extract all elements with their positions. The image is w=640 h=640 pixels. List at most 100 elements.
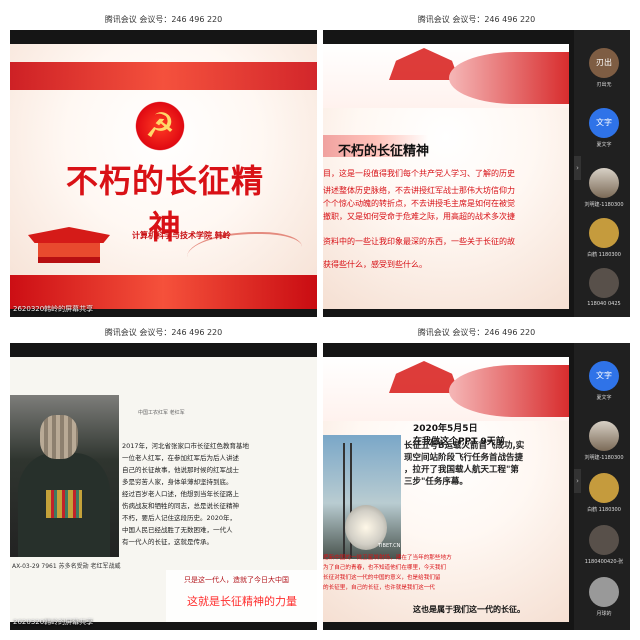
ppt-slide-history: 不朽的长征精神 目，这是一段值得我们每个共产党人学习、了解的历史 讲述整体历史脉…: [323, 44, 569, 309]
party-emblem-icon: ☭: [132, 98, 188, 154]
participant-avatar: [589, 421, 619, 451]
meeting-window-history-slide: 腾讯会议 会议号：246 496 220 不朽的长征精神 目，这是一段值得我们每…: [323, 10, 630, 317]
document-line-4: 多是穷苦人家，身体单薄却坚持到底。: [122, 478, 233, 486]
document-line-7: 不朽，要后人记住这段历史。2020年，: [122, 514, 237, 522]
collapse-sidebar-icon[interactable]: ›: [574, 156, 581, 180]
screen-share-caption: 2620320韩岭的屏幕共享: [13, 618, 94, 626]
participant-sidebar[interactable]: › 刃出刃出无 文字夏文字 刘明建-1180300 白鹤 1180300 118…: [574, 30, 630, 317]
participant-name: 刘明建-1180300: [584, 202, 624, 208]
participant-tile[interactable]: 刘明建-1180300: [584, 168, 624, 208]
participant-name: 刃出无: [596, 82, 612, 88]
shared-screen-stage: TIBET.CN 2020年5月5日 在我做这个PPT 9天前 长征五号B运载火箭…: [323, 343, 630, 630]
document-line-5: 经过百岁老人口述，他想到当年长征路上: [122, 490, 239, 498]
participant-tile[interactable]: 刘明建-1180300: [584, 421, 624, 461]
participant-avatar: [589, 268, 619, 298]
shared-screen-stage: AX-03-29 7961 苏多名受勋 老红军战威 中国工农红军 老红军 201…: [10, 343, 317, 630]
meeting-screenshot-collage: 腾讯会议 会议号：246 496 220 ☭ 不朽的长征精神 计算机科学与技术学…: [0, 0, 640, 640]
document-line-6: 伤病战友和牺牲的同志，总是说长征精神: [122, 502, 239, 510]
participant-avatar: 文字: [589, 108, 619, 138]
participant-tile[interactable]: 文字 夏文字: [584, 108, 624, 148]
participant-tile[interactable]: 文字 夏文字: [584, 361, 624, 401]
slide-header-decoration: [323, 357, 569, 421]
document-line-8: 中国人民已经战胜了无数困难，一代人: [122, 526, 233, 534]
presenter-name: 韩岭: [214, 231, 231, 240]
participant-name: 白鹤 1180300: [587, 507, 621, 513]
school-name: 计算机科学与技术学院 韩岭: [132, 230, 231, 241]
tiananmen-gate-icon: [20, 227, 118, 275]
red-wave-decoration: [449, 52, 569, 104]
meeting-title-bar: 腾讯会议 会议号：246 496 220: [323, 323, 630, 343]
participant-avatar: [589, 168, 619, 198]
lower-line-4: 的长征里，自己的长征，也许就是我们这一代: [323, 585, 435, 591]
participant-avatar: [589, 577, 619, 607]
red-ribbon-top: [10, 62, 317, 90]
rocket-launch-image: [323, 435, 401, 559]
school-label: 计算机科学与技术学院: [132, 231, 212, 240]
shared-screen-stage: ☭ 不朽的长征精神 计算机科学与技术学院 韩岭 2620320韩岭的屏幕共享: [10, 30, 317, 317]
headline-line-3: ，拉开了我国载人航天工程"第: [404, 465, 519, 475]
participant-tile[interactable]: 刃出 刃出无: [584, 48, 624, 88]
meeting-title-bar: 腾讯会议 会议号：246 496 220: [10, 323, 317, 343]
lower-line-2: 为了自己的青春，也不知道他们在哪里，今天我们: [323, 565, 447, 571]
participant-name: 1180400420-张: [584, 559, 624, 565]
lower-line-1: 把新中国的一批卫星发射场，建在了当年的那些地方: [323, 555, 452, 561]
slide-body-text: 目，这是一段值得我们每个共产党人学习、了解的历史 讲述整体历史脉络，不去讲授红军…: [323, 167, 568, 271]
body-line-5: 资料中的一些让我印象最深的东西，一些关于长征的故: [323, 237, 515, 246]
document-text: 2017年，河北省张家口市长征红色教育基地 一位老人红军，在参加红军后为后人讲述…: [122, 440, 317, 548]
participant-avatar: [589, 218, 619, 248]
body-line-1: 目，这是一段值得我们每个共产党人学习、了解的历史: [323, 169, 515, 178]
document-quote: 只是这一代人，造就了今日大中国: [184, 576, 289, 584]
red-wave-decoration: [449, 365, 569, 417]
body-line-4: 撤职，又是如何受命于危难之际，用高超的战术多次捷: [323, 212, 515, 221]
participant-name: 118040 0425: [587, 301, 621, 307]
participant-sidebar[interactable]: › 文字夏文字 刘明建-1180300 白鹤 1180300 118040042…: [574, 343, 630, 630]
participant-name: 刘明建-1180300: [584, 455, 624, 461]
headline-line-4: 三步"任务序幕。: [404, 477, 468, 487]
body-line-6: 获得些什么，感受到些什么。: [323, 260, 427, 269]
body-line-2: 讲述整体历史脉络，不去讲授红军战士那伟大坊信仰力: [323, 186, 515, 195]
meeting-title-bar: 腾讯会议 会议号：246 496 220: [323, 10, 630, 30]
participant-avatar: [589, 473, 619, 503]
participant-tile[interactable]: 白鹤 1180300: [584, 218, 624, 258]
meeting-window-document: 腾讯会议 会议号：246 496 220 AX-03-29 7961 苏多名受勋…: [10, 323, 317, 630]
meeting-title-bar: 腾讯会议 会议号：246 496 220: [10, 10, 317, 30]
headline-line-2: 现空间站阶段飞行任务首战告捷: [404, 453, 524, 463]
participant-name: 白鹤 1180300: [587, 252, 621, 258]
news-headline: 长征五号B运载火箭首飞成功,实 现空间站阶段飞行任务首战告捷 ，拉开了我国载人航…: [404, 440, 568, 488]
shared-document: AX-03-29 7961 苏多名受勋 老红军战威 中国工农红军 老红军 201…: [10, 357, 317, 622]
document-line-9: 有一代人的长征，这就是传承。: [122, 538, 213, 546]
headline-line-1: 长征五号B运载火箭首飞成功,实: [404, 441, 525, 451]
meeting-window-rocket-slide: 腾讯会议 会议号：246 496 220 TIBET.CN 2020年5月5日在…: [323, 323, 630, 630]
participant-name: 夏文字: [596, 142, 612, 148]
participant-tile[interactable]: 月球的: [584, 577, 624, 617]
participant-avatar: 刃出: [589, 48, 619, 78]
document-header: 中国工农红军 老红军: [138, 410, 185, 416]
meeting-window-title-slide: 腾讯会议 会议号：246 496 220 ☭ 不朽的长征精神 计算机科学与技术学…: [10, 10, 317, 317]
ppt-slide-rocket: TIBET.CN 2020年5月5日 在我做这个PPT 9天前 长征五号B运载火箭…: [323, 357, 569, 622]
lower-slide-text: 把新中国的一批卫星发射场，建在了当年的那些地方 为了自己的青春，也不知道他们在哪…: [323, 553, 568, 593]
participant-tile[interactable]: 白鹤 1180300: [584, 473, 624, 513]
participant-avatar: 文字: [589, 361, 619, 391]
collapse-sidebar-icon[interactable]: ›: [574, 469, 581, 493]
shared-screen-stage: 不朽的长征精神 目，这是一段值得我们每个共产党人学习、了解的历史 讲述整体历史脉…: [323, 30, 630, 317]
participant-avatar: [589, 525, 619, 555]
blurred-portrait-image: [10, 395, 119, 557]
document-page: AX-03-29 7961 苏多名受勋 老红军战威 中国工农红军 老红军 201…: [10, 357, 317, 622]
image-watermark: TIBET.CN: [378, 543, 401, 549]
body-line-3: 个个惊心动魄的转折点，不去讲授毛主席是如何在被觉: [323, 199, 515, 208]
date-text: 2020年5月5日: [413, 424, 478, 434]
screen-share-caption: 2620320韩岭的屏幕共享: [13, 305, 94, 313]
slide-header-decoration: [323, 44, 569, 108]
portrait-caption: AX-03-29 7961 苏多名受勋 老红军战威: [12, 563, 121, 570]
lower-line-3: 长征对我们这一代的中国的意义，也是给我们留: [323, 575, 441, 581]
final-statement: 这也是属于我们这一代的长征。: [413, 605, 525, 614]
document-line-3: 自己的长征故事，他说那时候的红军战士: [122, 466, 239, 474]
red-slogan: 这就是长征精神的力量: [187, 595, 297, 608]
participant-tile[interactable]: 118040 0425: [584, 268, 624, 307]
ppt-slide-title: ☭ 不朽的长征精神 计算机科学与技术学院 韩岭: [10, 44, 317, 309]
document-line-2: 一位老人红军，在参加红军后为后人讲述: [122, 454, 239, 462]
document-line-1: 2017年，河北省张家口市长征红色教育基地: [122, 442, 250, 450]
participant-tile[interactable]: 1180400420-张: [584, 525, 624, 565]
slide-title: 不朽的长征精神: [338, 144, 430, 159]
participant-name: 夏文字: [596, 395, 612, 401]
